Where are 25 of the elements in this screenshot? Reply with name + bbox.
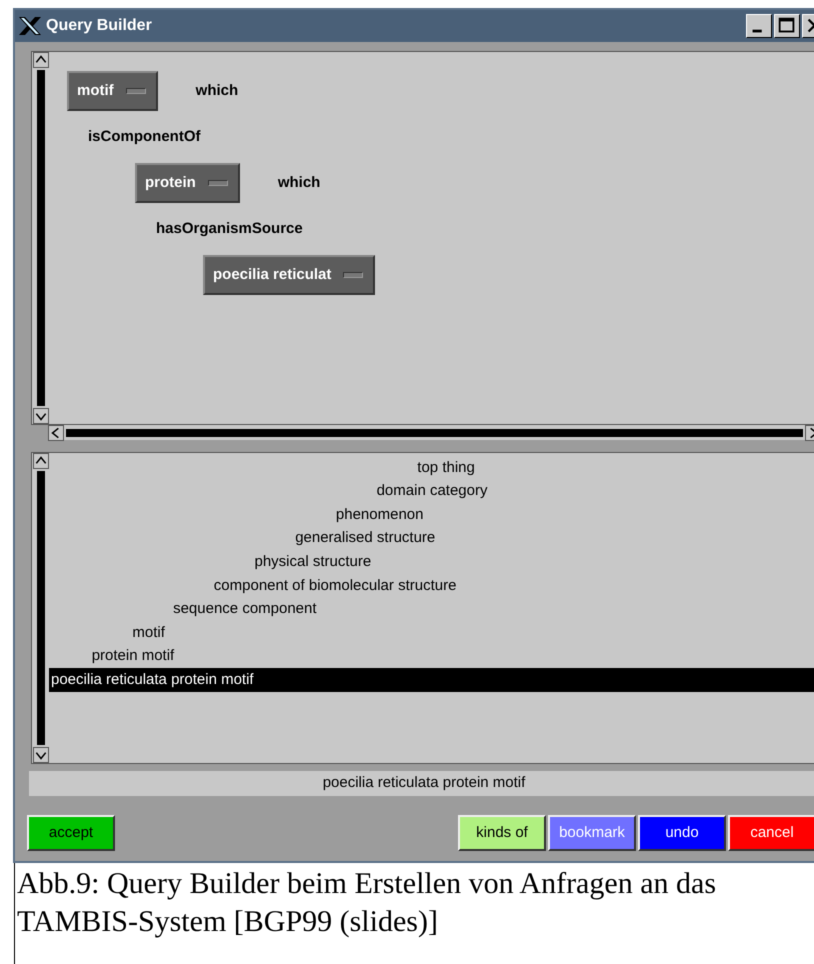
concept-dropdown[interactable]: poecilia reticulat: [203, 255, 376, 295]
hierarchy-item[interactable]: generalised structure: [49, 526, 814, 550]
connector-label: which: [278, 172, 320, 193]
relation-label: isComponentOf: [88, 126, 200, 147]
concept-dropdown[interactable]: motif: [67, 71, 158, 111]
window-title: Query Builder: [46, 16, 153, 36]
hierarchy-item[interactable]: component of biomolecular structure: [49, 574, 814, 598]
hierarchy-item[interactable]: poecilia reticulata protein motif: [49, 668, 814, 692]
hierarchy-item[interactable]: top thing: [49, 456, 814, 480]
relation-label: hasOrganismSource: [156, 218, 303, 239]
hierarchy-item[interactable]: domain category: [49, 480, 814, 504]
hierarchy-item[interactable]: phenomenon: [49, 503, 814, 527]
action-button[interactable]: accept: [27, 815, 115, 851]
hierarchy-item[interactable]: motif: [49, 621, 814, 645]
action-button[interactable]: undo: [638, 815, 726, 851]
status-bar: poecilia reticulata protein motif: [29, 771, 814, 796]
action-button[interactable]: bookmark: [548, 815, 636, 851]
connector-label: which: [196, 80, 238, 101]
hierarchy-item[interactable]: physical structure: [49, 550, 814, 574]
hierarchy-item[interactable]: sequence component: [49, 598, 814, 622]
concept-dropdown[interactable]: protein: [135, 163, 240, 203]
action-button[interactable]: cancel: [728, 815, 814, 851]
hierarchy-item[interactable]: protein motif: [49, 644, 814, 668]
action-button[interactable]: kinds of: [458, 815, 546, 851]
figure-caption: Abb.9: Query Builder beim Erstellen von Anfragen an das TAMBIS-System [BGP99 (slides)]: [17, 866, 717, 940]
